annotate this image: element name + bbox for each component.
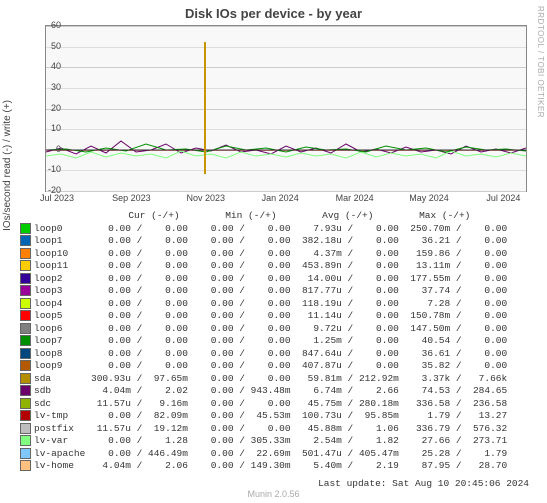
legend-row: lv-var 0.00 / 1.28 0.00 / 305.33m 2.54m … [20, 435, 507, 448]
legend-row: loop2 0.00 / 0.00 0.00 / 0.00 14.00u / 0… [20, 273, 507, 286]
legend-text: sdc 11.57u / 9.16m 0.00 / 0.00 45.75m / … [34, 398, 507, 409]
legend-swatch [20, 385, 31, 396]
x-tick: Mar 2024 [336, 193, 374, 203]
legend-swatch [20, 348, 31, 359]
legend-text: postfix 11.57u / 19.12m 0.00 / 0.00 45.8… [34, 423, 507, 434]
legend-swatch [20, 310, 31, 321]
y-tick: -10 [31, 164, 61, 174]
legend-row: sdc 11.57u / 9.16m 0.00 / 0.00 45.75m / … [20, 398, 507, 411]
legend-text: lv-var 0.00 / 1.28 0.00 / 305.33m 2.54m … [34, 435, 507, 446]
legend-text: loop5 0.00 / 0.00 0.00 / 0.00 11.14u / 0… [34, 310, 507, 321]
y-tick: 40 [31, 61, 61, 71]
legend-swatch [20, 248, 31, 259]
legend-swatch [20, 223, 31, 234]
legend-swatch [20, 285, 31, 296]
legend-swatch [20, 360, 31, 371]
legend-row: loop7 0.00 / 0.00 0.00 / 0.00 1.25m / 0.… [20, 335, 507, 348]
data-lines [46, 26, 526, 191]
legend-text: loop8 0.00 / 0.00 0.00 / 0.00 847.64u / … [34, 348, 507, 359]
legend-swatch [20, 423, 31, 434]
legend-swatch [20, 260, 31, 271]
chart-title: Disk IOs per device - by year [0, 0, 547, 21]
legend-row: sdb 4.04m / 2.02 0.00 / 943.48m 6.74m / … [20, 385, 507, 398]
legend-row: loop0 0.00 / 0.00 0.00 / 0.00 7.93u / 0.… [20, 223, 507, 236]
legend-text: loop9 0.00 / 0.00 0.00 / 0.00 407.87u / … [34, 360, 507, 371]
x-tick: Nov 2023 [187, 193, 226, 203]
legend-row: loop9 0.00 / 0.00 0.00 / 0.00 407.87u / … [20, 360, 507, 373]
legend-swatch [20, 235, 31, 246]
legend-text: sdb 4.04m / 2.02 0.00 / 943.48m 6.74m / … [34, 385, 507, 396]
y-tick: 10 [31, 123, 61, 133]
legend-text: loop7 0.00 / 0.00 0.00 / 0.00 1.25m / 0.… [34, 335, 507, 346]
legend-text: loop3 0.00 / 0.00 0.00 / 0.00 817.77u / … [34, 285, 507, 296]
x-tick: Jan 2024 [262, 193, 299, 203]
legend-swatch [20, 323, 31, 334]
legend-table: Cur (-/+) Min (-/+) Avg (-/+) Max (-/+) … [20, 210, 507, 473]
legend-text: loop4 0.00 / 0.00 0.00 / 0.00 118.19u / … [34, 298, 507, 309]
legend-header: Cur (-/+) Min (-/+) Avg (-/+) Max (-/+) [20, 210, 507, 223]
legend-row: sda 300.93u / 97.65m 0.00 / 0.00 59.81m … [20, 373, 507, 386]
legend-row: loop6 0.00 / 0.00 0.00 / 0.00 9.72u / 0.… [20, 323, 507, 336]
legend-text: lv-home 4.04m / 2.06 0.00 / 149.30m 5.40… [34, 460, 507, 471]
legend-swatch [20, 410, 31, 421]
legend-row: loop8 0.00 / 0.00 0.00 / 0.00 847.64u / … [20, 348, 507, 361]
legend-text: loop2 0.00 / 0.00 0.00 / 0.00 14.00u / 0… [34, 273, 507, 284]
y-tick: 50 [31, 41, 61, 51]
legend-row: loop11 0.00 / 0.00 0.00 / 0.00 453.89n /… [20, 260, 507, 273]
y-axis-label: IOs/second read (-) / write (+) [2, 100, 13, 231]
legend-row: loop1 0.00 / 0.00 0.00 / 0.00 382.18u / … [20, 235, 507, 248]
x-tick: Jul 2023 [40, 193, 74, 203]
legend-text: lv-tmp 0.00 / 82.09m 0.00 / 45.53m 100.7… [34, 410, 507, 421]
legend-row: loop3 0.00 / 0.00 0.00 / 0.00 817.77u / … [20, 285, 507, 298]
legend-text: loop11 0.00 / 0.00 0.00 / 0.00 453.89n /… [34, 260, 507, 271]
watermark: RRDTOOL / TOBI OETIKER [536, 6, 545, 118]
legend-text: sda 300.93u / 97.65m 0.00 / 0.00 59.81m … [34, 373, 507, 384]
footer: Munin 2.0.56 [0, 489, 547, 499]
legend-row: lv-apache 0.00 / 446.49m 0.00 / 22.69m 5… [20, 448, 507, 461]
last-update: Last update: Sat Aug 10 20:45:06 2024 [318, 478, 529, 489]
legend-row: loop10 0.00 / 0.00 0.00 / 0.00 4.37m / 0… [20, 248, 507, 261]
legend-text: lv-apache 0.00 / 446.49m 0.00 / 22.69m 5… [34, 448, 507, 459]
x-tick: Sep 2023 [112, 193, 151, 203]
legend-text: loop1 0.00 / 0.00 0.00 / 0.00 382.18u / … [34, 235, 507, 246]
y-tick: 60 [31, 20, 61, 30]
legend-row: loop4 0.00 / 0.00 0.00 / 0.00 118.19u / … [20, 298, 507, 311]
legend-swatch [20, 448, 31, 459]
x-tick: Jul 2024 [486, 193, 520, 203]
legend-text: loop0 0.00 / 0.00 0.00 / 0.00 7.93u / 0.… [34, 223, 507, 234]
x-tick: May 2024 [409, 193, 449, 203]
legend-row: lv-home 4.04m / 2.06 0.00 / 149.30m 5.40… [20, 460, 507, 473]
legend-swatch [20, 273, 31, 284]
legend-swatch [20, 398, 31, 409]
gridline [46, 191, 526, 192]
plot-area [45, 25, 527, 192]
y-tick: 0 [31, 144, 61, 154]
legend-row: loop5 0.00 / 0.00 0.00 / 0.00 11.14u / 0… [20, 310, 507, 323]
legend-swatch [20, 435, 31, 446]
legend-text: loop6 0.00 / 0.00 0.00 / 0.00 9.72u / 0.… [34, 323, 507, 334]
y-tick: 20 [31, 103, 61, 113]
legend-row: postfix 11.57u / 19.12m 0.00 / 0.00 45.8… [20, 423, 507, 436]
legend-row: lv-tmp 0.00 / 82.09m 0.00 / 45.53m 100.7… [20, 410, 507, 423]
legend-swatch [20, 460, 31, 471]
legend-swatch [20, 335, 31, 346]
chart-container: RRDTOOL / TOBI OETIKER IOs/second read (… [0, 0, 547, 503]
legend-swatch [20, 373, 31, 384]
y-tick: 30 [31, 82, 61, 92]
legend-swatch [20, 298, 31, 309]
legend-text: loop10 0.00 / 0.00 0.00 / 0.00 4.37m / 0… [34, 248, 507, 259]
